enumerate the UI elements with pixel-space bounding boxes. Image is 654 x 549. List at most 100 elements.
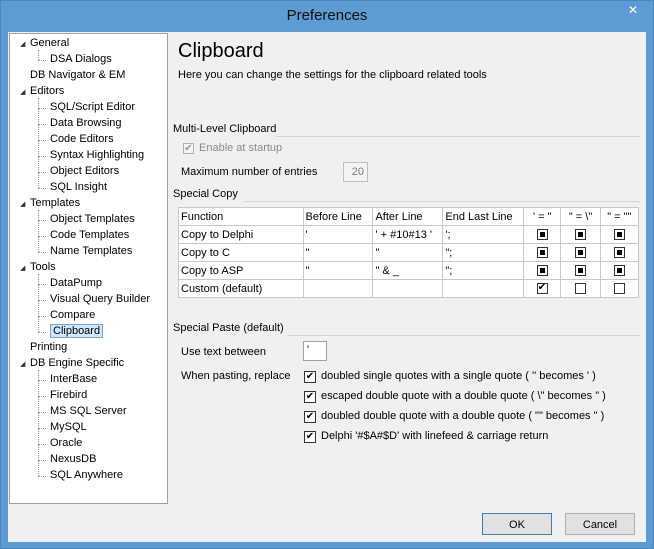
paste-option-checkbox[interactable]: ✔: [304, 431, 316, 443]
grid-cell-end[interactable]: ";: [442, 243, 525, 262]
tree-item-label: Templates: [30, 197, 81, 209]
title-bar[interactable]: Preferences ✕: [1, 1, 653, 31]
tree-item[interactable]: SQL Insight: [50, 180, 107, 195]
grid-checkbox[interactable]: [536, 229, 548, 241]
tree-item[interactable]: ◢ General: [20, 36, 69, 51]
tree-item[interactable]: ◢ Templates: [20, 196, 80, 211]
close-icon[interactable]: ✕: [619, 1, 647, 19]
tree-connector: [38, 172, 46, 173]
grid-cell-after[interactable]: ": [372, 243, 444, 262]
grid-checkbox[interactable]: [536, 282, 548, 295]
tree-item[interactable]: Object Templates: [50, 212, 135, 227]
grid-cell-end[interactable]: [442, 279, 525, 298]
expand-arrow-icon[interactable]: ◢: [20, 357, 30, 372]
tree-item[interactable]: Syntax Highlighting: [50, 148, 144, 163]
tree-item[interactable]: DataPump: [50, 276, 102, 291]
paste-option-label: escaped double quote with a double quote…: [321, 390, 606, 402]
tree-item[interactable]: Code Templates: [50, 228, 129, 243]
tree-item[interactable]: Printing: [20, 340, 67, 355]
grid-column-header: End Last Line: [442, 207, 525, 226]
tree-item[interactable]: DB Navigator & EM: [20, 68, 125, 83]
grid-cell-after[interactable]: [372, 279, 444, 298]
tree-item[interactable]: DSA Dialogs: [50, 52, 112, 67]
grid-cell-function[interactable]: Copy to C: [178, 243, 304, 262]
tree-connector: [38, 316, 46, 317]
tree-item[interactable]: SQL/Script Editor: [50, 100, 135, 115]
expand-arrow-icon[interactable]: ◢: [20, 37, 30, 52]
tree-item[interactable]: Clipboard: [50, 324, 104, 339]
grid-cell-before[interactable]: [302, 279, 374, 298]
grid-cell-function[interactable]: Copy to ASP: [178, 261, 304, 280]
special-copy-grid[interactable]: Function Before Line After Line End Last Li…: [178, 207, 640, 298]
tree-item[interactable]: InterBase: [50, 372, 97, 387]
tree-connector: [38, 332, 46, 333]
tree-item[interactable]: Data Browsing: [50, 116, 122, 131]
table-row[interactable]: Copy to Delphi ' ' + #10#13 ' ';: [178, 225, 640, 244]
grid-checkbox[interactable]: [575, 283, 587, 295]
grid-cell-function[interactable]: Copy to Delphi: [178, 225, 304, 244]
grid-cell-before[interactable]: ": [302, 243, 374, 262]
table-row[interactable]: Copy to ASP " " & _ ";: [178, 261, 640, 280]
grid-cell-end[interactable]: ";: [442, 261, 525, 280]
grid-cell-after[interactable]: " & _: [372, 261, 444, 280]
tree-item[interactable]: ◢ DB Engine Specific: [20, 356, 124, 371]
max-entries-field[interactable]: 20: [343, 162, 368, 182]
paste-option-checkbox[interactable]: ✔: [304, 411, 316, 423]
tree-connector: [38, 188, 46, 189]
tree-item[interactable]: Compare: [50, 308, 95, 323]
tree-item-label: Data Browsing: [50, 117, 122, 129]
ok-button[interactable]: OK: [482, 513, 552, 535]
expand-arrow-icon[interactable]: ◢: [20, 261, 30, 276]
grid-checkbox[interactable]: [536, 247, 548, 259]
grid-checkbox[interactable]: [575, 247, 587, 259]
enable-at-startup-checkbox[interactable]: ✔: [183, 143, 194, 154]
grid-cell-flag: [523, 261, 562, 280]
grid-column-header: ' = ": [523, 207, 562, 226]
tree-item-label: Tools: [30, 261, 56, 273]
grid-cell-end[interactable]: ';: [442, 225, 525, 244]
tree-connector: [38, 60, 46, 61]
preferences-tree[interactable]: ◢ General DSA Dialogs DB Navigator & EM ◢ Edi…: [9, 33, 168, 504]
tree-item[interactable]: ◢ Tools: [20, 260, 56, 275]
tree-item[interactable]: ◢ Editors: [20, 84, 64, 99]
tree-item-label: DB Navigator & EM: [30, 69, 126, 81]
paste-option-checkbox[interactable]: ✔: [304, 391, 316, 403]
use-text-between-input[interactable]: ': [303, 341, 327, 361]
tree-item[interactable]: Code Editors: [50, 132, 114, 147]
grid-cell-function[interactable]: Custom (default): [178, 279, 304, 298]
grid-checkbox[interactable]: [613, 265, 625, 277]
grid-checkbox[interactable]: [575, 265, 587, 277]
grid-cell-before[interactable]: ': [302, 225, 374, 244]
paste-option-checkbox[interactable]: ✔: [304, 371, 316, 383]
tree-item[interactable]: NexusDB: [50, 452, 96, 467]
tree-item[interactable]: Name Templates: [50, 244, 132, 259]
cancel-button[interactable]: Cancel: [565, 513, 635, 535]
grid-checkbox[interactable]: [613, 283, 625, 295]
expand-arrow-icon[interactable]: ◢: [20, 85, 30, 100]
tree-item[interactable]: Visual Query Builder: [50, 292, 150, 307]
when-pasting-label: When pasting, replace: [181, 370, 291, 382]
tree-item-label: NexusDB: [50, 453, 97, 465]
tree-item[interactable]: MS SQL Server: [50, 404, 127, 419]
tree-item-label: Object Templates: [50, 213, 135, 225]
tree-connector: [38, 444, 46, 445]
grid-checkbox[interactable]: [613, 247, 625, 259]
max-entries-label: Maximum number of entries: [181, 166, 318, 178]
grid-checkbox[interactable]: [536, 265, 548, 277]
tree-item[interactable]: Oracle: [50, 436, 82, 451]
tree-item[interactable]: MySQL: [50, 420, 87, 435]
tree-item[interactable]: Object Editors: [50, 164, 119, 179]
table-row[interactable]: Custom (default): [178, 279, 640, 298]
expand-arrow-icon[interactable]: ◢: [20, 197, 30, 212]
tree-item-label: Visual Query Builder: [50, 293, 151, 305]
table-row[interactable]: Copy to C " " ";: [178, 243, 640, 262]
grid-checkbox[interactable]: [575, 229, 587, 241]
grid-cell-after[interactable]: ' + #10#13 ': [372, 225, 444, 244]
tree-item-label: Code Templates: [50, 229, 130, 241]
tree-item[interactable]: Firebird: [50, 388, 87, 403]
tree-item[interactable]: SQL Anywhere: [50, 468, 123, 483]
tree-connector: [38, 284, 46, 285]
grid-cell-before[interactable]: ": [302, 261, 374, 280]
tree-connector: [38, 300, 46, 301]
grid-checkbox[interactable]: [613, 229, 625, 241]
